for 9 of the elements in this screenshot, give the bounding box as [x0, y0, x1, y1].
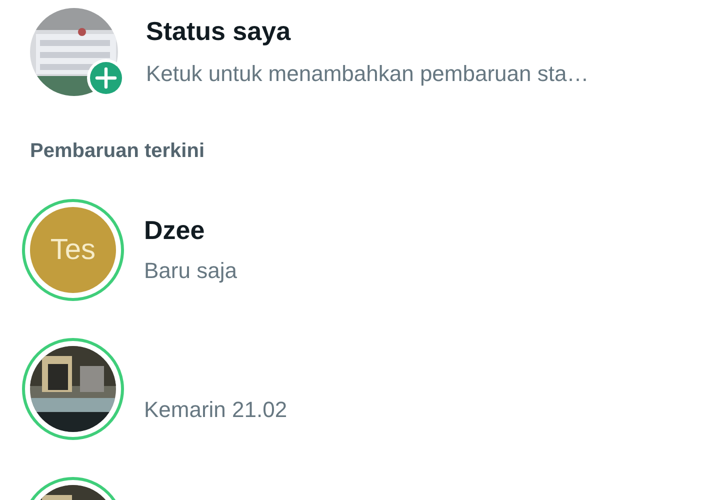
status-title: Status saya [146, 16, 292, 46]
status-ring[interactable]: Tes [22, 199, 124, 301]
status-ring[interactable] [22, 338, 124, 440]
update-time: Kemarin 21.02 [144, 396, 288, 424]
update-time: Baru saja [144, 257, 237, 285]
status-hint: Ketuk untuk menambahkan pembaruan sta… [146, 60, 589, 88]
avatar-initials: Tes [30, 207, 116, 293]
section-header: Pembaruan terkini [30, 140, 206, 163]
contact-name: Dzee [144, 215, 206, 245]
